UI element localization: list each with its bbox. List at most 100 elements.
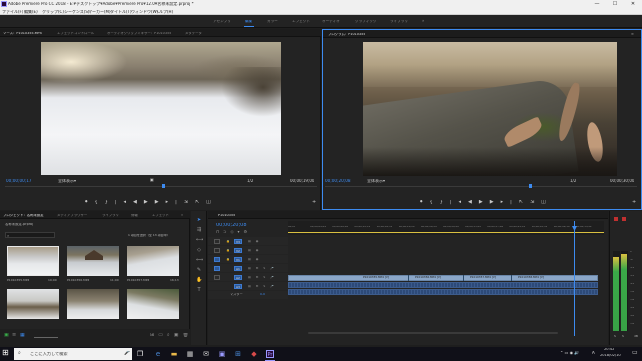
work-area-bar[interactable] bbox=[288, 232, 604, 233]
track-toggle-icons[interactable]: ▤ M S 🎤 bbox=[248, 276, 276, 279]
program-transport-controls[interactable]: ⦁{}|◂◀▶▶▸|⇱⇲◫ bbox=[420, 200, 553, 205]
more-tabs-icon[interactable]: » bbox=[181, 214, 183, 217]
project-footer-icons[interactable]: ⊞▭⌕▣🗑 bbox=[150, 333, 193, 338]
track-target-v3[interactable]: V3 bbox=[234, 239, 242, 244]
chevron-down-icon[interactable]: ▾ bbox=[383, 179, 385, 183]
tab-program[interactable]: プログラム：P1010355 bbox=[328, 33, 365, 36]
timeline-scrollbar[interactable] bbox=[308, 332, 558, 334]
thumb-clip-1[interactable] bbox=[7, 246, 59, 276]
source-scrub-bar[interactable] bbox=[5, 186, 317, 187]
project-search-input[interactable]: ⌕ bbox=[5, 232, 55, 238]
tab-libraries[interactable]: ライブラリ bbox=[102, 214, 119, 217]
tab-metadata[interactable]: メタデータ bbox=[185, 32, 202, 35]
workspace-graphics[interactable]: グラフィック bbox=[355, 20, 377, 24]
tab-info[interactable]: 情報 bbox=[131, 214, 138, 217]
system-tray-icons[interactable]: ⌃ ▭ ◉ 🔊 bbox=[560, 351, 579, 355]
file-explorer-icon[interactable]: ▬ bbox=[170, 350, 178, 358]
menu-title[interactable]: タイトル(T) bbox=[110, 10, 132, 14]
premiere-taskbar-icon[interactable]: Pr bbox=[266, 350, 274, 358]
workspace-libraries[interactable]: ライブラリ bbox=[390, 20, 408, 24]
tab-sequence[interactable]: P1010355 bbox=[218, 214, 235, 217]
program-quality-dropdown[interactable]: 1/2 bbox=[570, 179, 576, 183]
workspace-effects[interactable]: エフェクト bbox=[292, 20, 310, 24]
source-video-frame[interactable] bbox=[41, 42, 281, 175]
app-icon[interactable]: ◆ bbox=[250, 350, 258, 358]
track-target-v2[interactable]: V2 bbox=[234, 248, 242, 253]
wrench-icon[interactable]: ▣ bbox=[150, 178, 154, 182]
thumb-clip-6[interactable] bbox=[127, 289, 179, 319]
photoshop-icon[interactable]: ▣ bbox=[218, 350, 226, 358]
selection-tool-icon[interactable]: ➤ bbox=[196, 217, 202, 223]
program-video-frame[interactable] bbox=[363, 42, 617, 176]
workspace-color[interactable]: カラー bbox=[267, 20, 278, 24]
add-button-icon[interactable]: + bbox=[632, 200, 636, 205]
timeline-timecode[interactable]: 00;00;20;08 bbox=[216, 223, 247, 228]
clip-indicator-left[interactable] bbox=[614, 217, 618, 221]
track-target-v1[interactable]: V1 bbox=[234, 257, 242, 262]
mail-icon[interactable]: ✉ bbox=[202, 350, 210, 358]
menu-file[interactable]: ファイル(F) bbox=[2, 10, 23, 14]
program-playhead-icon[interactable] bbox=[529, 184, 532, 188]
source-patch-v2[interactable] bbox=[214, 248, 220, 253]
channel-label[interactable]: S bbox=[614, 335, 616, 338]
tab-project[interactable]: プロジェクト：名称未設定 bbox=[3, 214, 44, 217]
workspace-assembly[interactable]: アセンブリ bbox=[213, 20, 231, 24]
tab-effects[interactable]: エフェクト bbox=[152, 214, 169, 217]
source-patch-v3[interactable] bbox=[214, 239, 220, 244]
thumb-clip-2[interactable] bbox=[67, 246, 119, 276]
tab-effect-controls[interactable]: エフェクトコントロール bbox=[57, 32, 94, 35]
windows-start-icon[interactable]: ⊞ bbox=[2, 349, 9, 357]
lock-icon[interactable]: 🔒 bbox=[226, 240, 230, 243]
source-patch-v1[interactable] bbox=[214, 257, 220, 262]
more-workspaces-icon[interactable]: » bbox=[422, 19, 424, 23]
panel-menu-icon[interactable]: ≡ bbox=[631, 33, 634, 36]
store-icon[interactable]: ▦ bbox=[186, 350, 194, 358]
track-target-a3[interactable]: A3 bbox=[234, 284, 242, 289]
ripple-edit-tool-icon[interactable]: ⟷ bbox=[196, 237, 203, 243]
razor-tool-icon[interactable]: ◇ bbox=[196, 247, 202, 253]
thumb-clip-5[interactable] bbox=[67, 289, 119, 319]
ime-indicator[interactable]: A bbox=[592, 351, 595, 355]
program-fit-dropdown[interactable]: 全体表示 bbox=[367, 179, 383, 183]
audio-track-a2-clips[interactable] bbox=[288, 289, 598, 295]
tab-audio-clip-mixer[interactable]: オーディオクリップミキサー：P1010355 bbox=[107, 32, 171, 35]
source-quality-dropdown[interactable]: 1/2 bbox=[247, 179, 253, 183]
task-view-icon[interactable]: ❐ bbox=[136, 350, 144, 358]
lock-icon[interactable]: 🔒 bbox=[226, 249, 230, 252]
pen-tool-icon[interactable]: ✎ bbox=[196, 267, 202, 273]
source-timecode[interactable]: 00;00;00;17 bbox=[6, 179, 32, 183]
clock-time[interactable]: 20:42 bbox=[604, 348, 614, 352]
minimize-button[interactable]: — bbox=[588, 0, 606, 8]
hand-tool-icon[interactable]: ✋ bbox=[196, 277, 202, 283]
audio-track-a1-clips[interactable] bbox=[288, 282, 598, 288]
tab-source[interactable]: ソース：P1010355.MP4 bbox=[3, 32, 42, 35]
source-patch-a1[interactable] bbox=[214, 266, 220, 271]
thumb-clip-3[interactable] bbox=[127, 246, 179, 276]
track-toggle-icons[interactable]: ▤ M S 🎤 bbox=[248, 285, 276, 288]
video-track-v1-clips[interactable] bbox=[288, 275, 598, 281]
menu-sequence[interactable]: シーケンス(S) bbox=[64, 10, 89, 14]
track-select-tool-icon[interactable]: ⇶ bbox=[196, 227, 202, 233]
slip-tool-icon[interactable]: ⟺ bbox=[196, 257, 203, 263]
track-toggle-icons[interactable]: ▤ M S 🎤 bbox=[248, 267, 276, 270]
add-button-icon[interactable]: + bbox=[312, 200, 316, 205]
master-volume[interactable]: 0.0 bbox=[260, 293, 265, 296]
track-toggle-icons[interactable]: ▤ ◉ bbox=[248, 240, 260, 243]
timeline-toolbar-icons[interactable]: ⊓⊃◇▾⚙ bbox=[216, 230, 251, 234]
taskbar-search-input[interactable]: ⌕ ここに入力して検索 🎤 bbox=[14, 348, 132, 360]
workspace-editing[interactable]: 編集 bbox=[245, 20, 252, 24]
menu-help[interactable]: ヘルプ(H) bbox=[155, 10, 173, 14]
program-timecode[interactable]: 00;00;20;08 bbox=[325, 179, 351, 183]
zoom-slider[interactable] bbox=[34, 337, 58, 338]
list-view-icon[interactable]: ≡ bbox=[12, 333, 16, 338]
menu-clip[interactable]: クリップ(C) bbox=[42, 10, 64, 14]
menu-edit[interactable]: 編集(E) bbox=[24, 10, 38, 14]
chevron-down-icon[interactable]: ▾ bbox=[74, 179, 76, 183]
source-fit-dropdown[interactable]: 全体表示 bbox=[58, 179, 74, 183]
thumb-clip-4[interactable] bbox=[7, 289, 59, 319]
notifications-icon[interactable]: ▭ bbox=[632, 350, 638, 356]
type-tool-icon[interactable]: T bbox=[196, 287, 202, 293]
track-target-a2[interactable]: A2 bbox=[234, 275, 242, 280]
icon-view-icon[interactable]: ▦ bbox=[20, 333, 25, 338]
track-target-a1[interactable]: A1 bbox=[234, 266, 242, 271]
